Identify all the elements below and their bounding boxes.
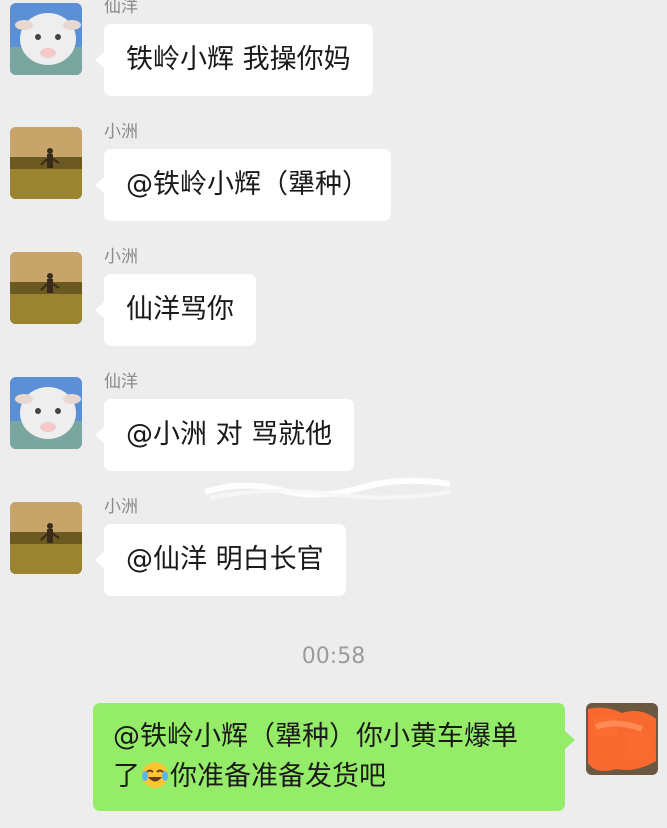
- self-message-bubble[interactable]: @铁岭小辉（犟种）你小黄车爆单 了 你准备准备发货吧: [93, 703, 575, 811]
- goat-avatar[interactable]: [10, 377, 82, 449]
- message-bubble[interactable]: @铁岭小辉（犟种）: [95, 149, 391, 221]
- field-runner-avatar[interactable]: [10, 502, 82, 574]
- sender-name: 仙洋: [104, 0, 138, 17]
- message-bubble[interactable]: 铁岭小辉 我操你妈: [95, 24, 373, 96]
- message-bubble[interactable]: @仙洋 明白长官: [95, 524, 346, 596]
- self-message-line-1: @铁岭小辉（犟种）你小黄车爆单: [113, 721, 518, 752]
- self-message-line-2: 了 你准备准备发货吧: [113, 757, 545, 797]
- scribble-mark: [204, 477, 451, 500]
- sender-name: 小洲: [104, 247, 138, 267]
- crying-laughing-emoji-icon: [142, 762, 168, 788]
- sender-name: 仙洋: [104, 372, 138, 392]
- field-runner-avatar[interactable]: [10, 127, 82, 199]
- self-avatar[interactable]: [586, 703, 658, 775]
- message-bubble[interactable]: @小洲 对 骂就他: [94, 399, 355, 471]
- goat-avatar[interactable]: [10, 3, 82, 75]
- message-timestamp: 00:58: [301, 644, 366, 669]
- field-runner-avatar[interactable]: [10, 252, 82, 324]
- message-bubble[interactable]: 仙洋骂你: [95, 274, 256, 346]
- sender-name: 小洲: [104, 122, 138, 142]
- self-message-line-2-prefix: 了: [113, 761, 140, 792]
- self-message-line-2-suffix: 你准备准备发货吧: [170, 761, 386, 792]
- sender-name: 小洲: [104, 497, 138, 517]
